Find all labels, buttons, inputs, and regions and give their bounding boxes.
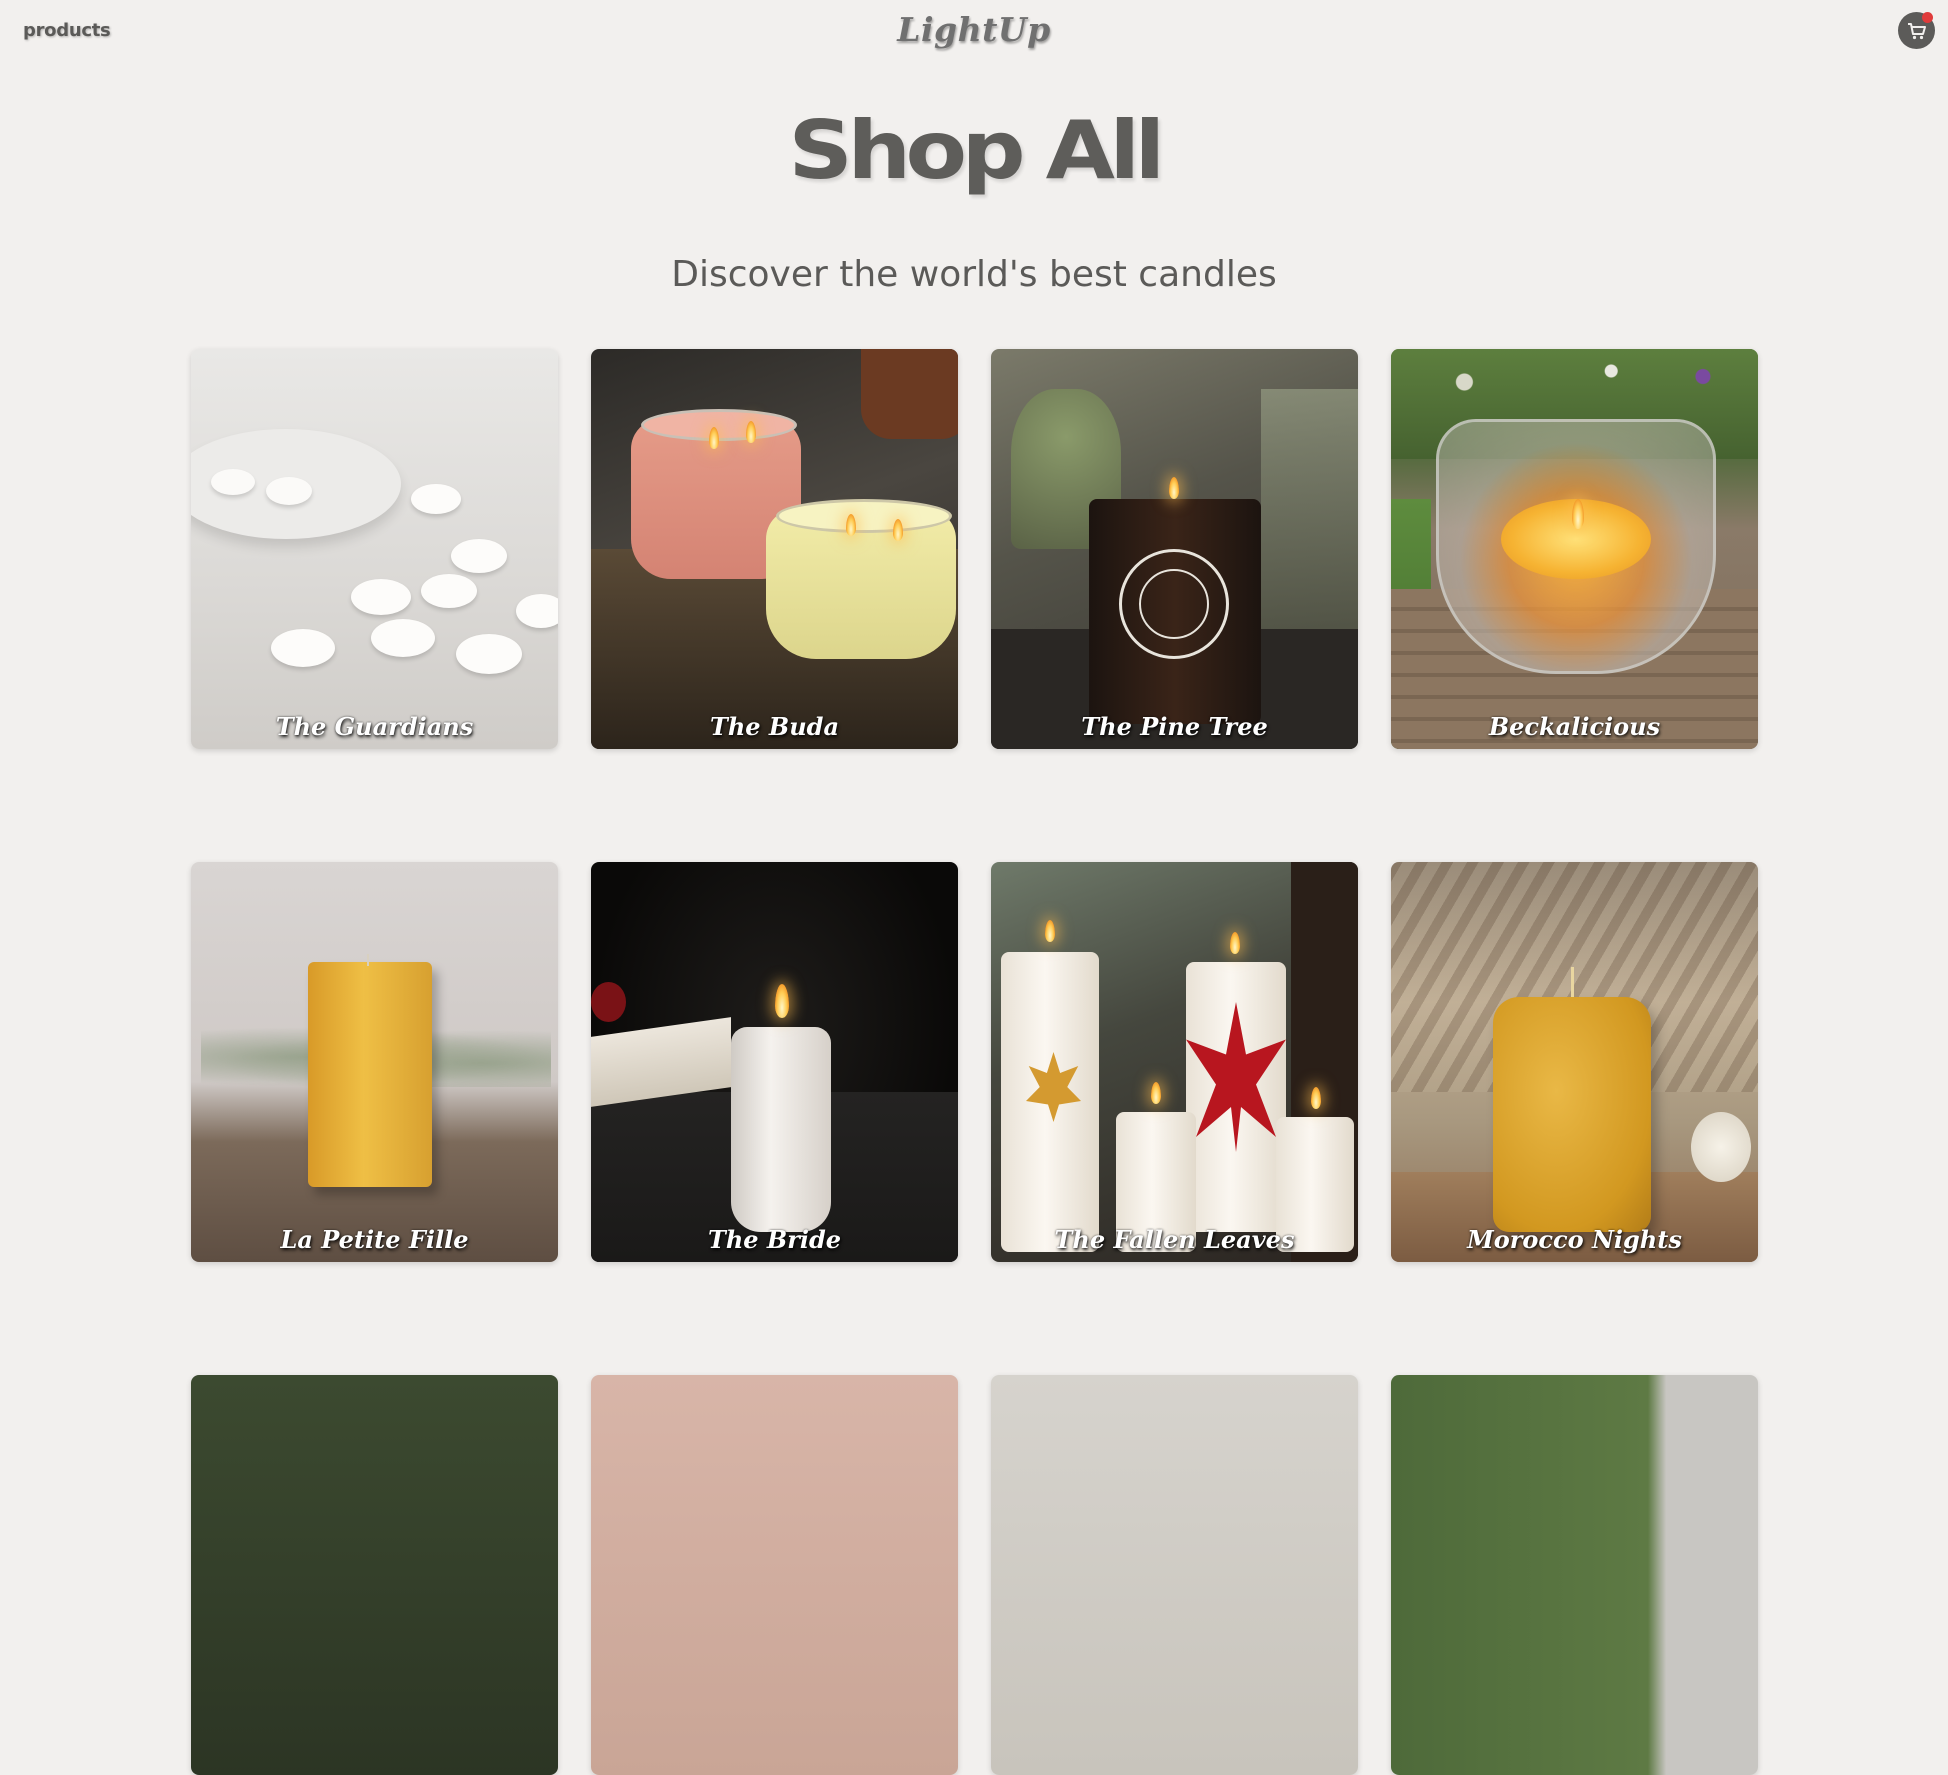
product-card[interactable]: Beckalicious [1391,349,1758,749]
product-image [191,1375,558,1775]
product-image [1391,862,1758,1262]
product-card[interactable]: La Petite Fille [191,862,558,1262]
product-name: The Fallen Leaves [1054,1225,1295,1254]
product-name: The Bride [707,1225,842,1254]
page-subtitle: Discover the world's best candles [671,254,1277,295]
product-image [191,862,558,1262]
product-name: The Guardians [275,712,474,741]
product-card[interactable]: Morocco Nights [1391,862,1758,1262]
product-name: The Buda [710,712,839,741]
cart-badge [1922,12,1933,23]
product-card[interactable] [591,1375,958,1775]
product-image [1391,349,1758,749]
product-image [591,1375,958,1775]
product-name: The Pine Tree [1081,712,1268,741]
product-name: Morocco Nights [1467,1225,1682,1254]
product-name: La Petite Fille [280,1225,469,1254]
product-card[interactable] [991,1375,1358,1775]
product-card[interactable] [1391,1375,1758,1775]
product-card[interactable]: The Pine Tree [991,349,1358,749]
product-image [991,862,1358,1262]
product-card[interactable]: The Bride [591,862,958,1262]
page-title: Shop All [788,104,1165,197]
product-image [991,349,1358,749]
product-image [991,1375,1358,1775]
product-card[interactable]: The Buda [591,349,958,749]
product-image [591,349,958,749]
site-logo[interactable]: LightUp [0,10,1948,49]
product-image [1391,1375,1758,1775]
cart-icon [1908,23,1926,40]
product-card[interactable]: The Fallen Leaves [991,862,1358,1262]
product-image [191,349,558,749]
product-name: Beckalicious [1488,712,1661,741]
product-card[interactable] [191,1375,558,1775]
product-image [591,862,958,1262]
product-grid: The Guardians The Buda The Pine Tree Bec… [191,349,1759,1775]
product-card[interactable]: The Guardians [191,349,558,749]
